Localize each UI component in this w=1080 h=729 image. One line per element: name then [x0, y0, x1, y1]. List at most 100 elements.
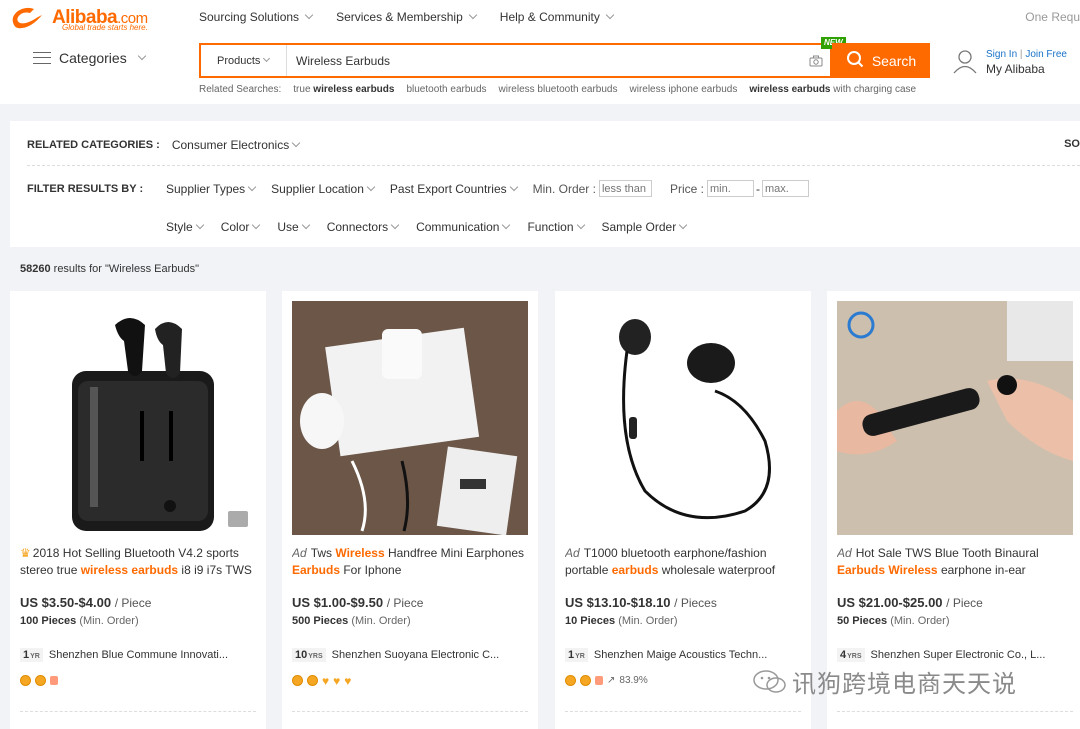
search-button[interactable]: Search: [832, 43, 930, 78]
supplier-info[interactable]: 1 YR Shenzhen Maige Acoustics Techn...: [565, 648, 801, 662]
filter-use[interactable]: Use: [277, 220, 310, 234]
alibaba-logo[interactable]: Alibaba.com Global trade starts here.: [8, 3, 173, 33]
divider: [27, 165, 1080, 166]
supplier-info[interactable]: 10 YRS Shenzhen Suoyana Electronic C...: [292, 648, 528, 662]
related-search-link[interactable]: true wireless earbuds: [293, 84, 394, 95]
join-free-link[interactable]: Join Free: [1025, 49, 1067, 60]
product-image[interactable]: [20, 301, 256, 535]
product-price: US $3.50-$4.00 / Piece: [20, 595, 152, 610]
product-title[interactable]: Ad Tws Wireless Handfree Mini Earphones E…: [292, 545, 528, 579]
product-card[interactable]: Ad Tws Wireless Handfree Mini Earphones E…: [282, 291, 538, 729]
divider: [292, 711, 528, 712]
user-area: Sign In | Join Free My Alibaba: [952, 47, 1067, 77]
chevron-down-icon: [252, 220, 261, 230]
related-categories-label: RELATED CATEGORIES :: [27, 139, 160, 151]
related-search-link[interactable]: wireless iphone earbuds: [630, 84, 738, 95]
related-searches: Related Searches: true wireless earbuds …: [199, 84, 916, 95]
filter-supplier-types[interactable]: Supplier Types: [166, 182, 257, 196]
filter-past-export-countries[interactable]: Past Export Countries: [390, 182, 518, 196]
one-request-link[interactable]: One Requ: [1025, 10, 1080, 24]
supplier-badges: ♥ ♥ ♥: [292, 673, 352, 688]
filter-connectors[interactable]: Connectors: [327, 220, 400, 234]
supplier-name[interactable]: Shenzhen Blue Commune Innovati...: [49, 649, 228, 661]
filter-communication[interactable]: Communication: [416, 220, 511, 234]
years-badge: 4 YRS: [837, 648, 865, 662]
response-rate-icon: ↗: [607, 675, 616, 686]
ad-label: Ad: [292, 546, 307, 560]
ad-label: Ad: [565, 546, 580, 560]
price-max-input[interactable]: [762, 180, 809, 197]
categories-label: Categories: [59, 50, 127, 66]
divider: [565, 711, 801, 712]
chevron-down-icon: [502, 220, 511, 230]
response-rate: 83.9%: [619, 675, 648, 686]
supplier-info[interactable]: 4 YRS Shenzhen Super Electronic Co., L...: [837, 648, 1073, 662]
product-title[interactable]: ♛ 2018 Hot Selling Bluetooth V4.2 sports …: [20, 545, 256, 579]
supplier-name[interactable]: Shenzhen Suoyana Electronic C...: [332, 649, 500, 661]
search-icon: [846, 50, 864, 71]
min-order-input[interactable]: [598, 180, 652, 197]
filter-sample-order[interactable]: Sample Order: [602, 220, 688, 234]
product-image[interactable]: [565, 301, 801, 535]
chevron-down-icon: [390, 220, 400, 230]
top-nav: Sourcing Solutions Services & Membership…: [199, 10, 615, 24]
product-image[interactable]: [292, 301, 528, 535]
related-search-link[interactable]: wireless bluetooth earbuds: [499, 84, 618, 95]
filter-function[interactable]: Function: [527, 220, 585, 234]
search-bar: Products: [199, 43, 832, 78]
search-type-select[interactable]: Products: [201, 45, 287, 76]
chevron-down-icon: [576, 220, 585, 230]
rating-heart-icon: ♥: [322, 673, 330, 688]
chevron-down-icon: [468, 10, 478, 20]
supplier-badges: [20, 675, 58, 686]
user-icon[interactable]: [952, 48, 978, 77]
related-search-link[interactable]: wireless earbuds with charging case: [749, 84, 916, 95]
related-category-dropdown[interactable]: Consumer Electronics: [172, 138, 301, 152]
site-header: Alibaba.com Global trade starts here. So…: [0, 0, 1080, 104]
filter-color[interactable]: Color: [221, 220, 261, 234]
camera-icon[interactable]: [802, 45, 830, 76]
product-card[interactable]: ♛ 2018 Hot Selling Bluetooth V4.2 sports …: [10, 291, 266, 729]
my-alibaba-link[interactable]: My Alibaba: [986, 62, 1067, 77]
years-badge: 1 YR: [565, 648, 588, 662]
chevron-down-icon: [137, 51, 146, 61]
trade-assurance-icon: [595, 676, 603, 685]
assessed-icon: [35, 675, 46, 686]
supplier-info[interactable]: 1 YR Shenzhen Blue Commune Innovati...: [20, 648, 256, 662]
nav-sourcing-solutions[interactable]: Sourcing Solutions: [199, 10, 314, 24]
filter-style[interactable]: Style: [166, 220, 204, 234]
years-badge: 10 YRS: [292, 648, 326, 662]
product-moq: 10 Pieces (Min. Order): [565, 615, 678, 627]
related-search-link[interactable]: bluetooth earbuds: [406, 84, 486, 95]
years-badge: 1 YR: [20, 648, 43, 662]
gold-medal-icon: [292, 675, 303, 686]
crown-icon: ♛: [20, 546, 31, 560]
assessed-icon: [580, 675, 591, 686]
filter-supplier-location[interactable]: Supplier Location: [271, 182, 376, 196]
results-count: 58260 results for "Wireless Earbuds": [20, 263, 200, 275]
ad-label: Ad: [837, 546, 852, 560]
product-price: US $13.10-$18.10 / Pieces: [565, 595, 717, 610]
sign-in-link[interactable]: Sign In: [986, 49, 1017, 60]
product-title[interactable]: Ad T1000 bluetooth earphone/fashion porta…: [565, 545, 801, 579]
search-input[interactable]: [287, 45, 802, 76]
supplier-name[interactable]: Shenzhen Maige Acoustics Techn...: [594, 649, 767, 661]
categories-menu[interactable]: Categories: [33, 50, 146, 66]
divider: [20, 711, 256, 712]
sort-label-cut: SO: [1064, 138, 1080, 150]
rating-heart-icon: ♥: [333, 673, 341, 688]
chevron-down-icon: [678, 220, 688, 230]
product-image[interactable]: [837, 301, 1073, 535]
chevron-down-icon: [301, 220, 310, 230]
product-title[interactable]: Ad Hot Sale TWS Blue Tooth Binaural Earbu…: [837, 545, 1073, 579]
nav-help-community[interactable]: Help & Community: [500, 10, 615, 24]
rating-heart-icon: ♥: [344, 673, 352, 688]
alibaba-logo-mark-icon: [8, 5, 52, 31]
watermark-text: 讯狗跨境电商天天说: [792, 670, 1017, 698]
nav-services-membership[interactable]: Services & Membership: [336, 10, 478, 24]
chevron-down-icon: [509, 182, 518, 191]
supplier-name[interactable]: Shenzhen Super Electronic Co., L...: [871, 649, 1046, 661]
product-price: US $1.00-$9.50 / Piece: [292, 595, 424, 610]
assessed-icon: [307, 675, 318, 686]
price-min-input[interactable]: [707, 180, 754, 197]
